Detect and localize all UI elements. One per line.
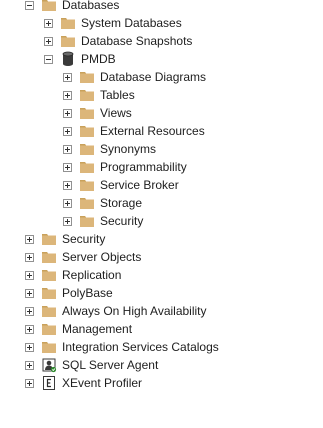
expand-toggle[interactable] — [63, 216, 72, 226]
folder-icon — [41, 0, 57, 13]
expand-toggle[interactable] — [63, 108, 72, 118]
tree-node-replication[interactable]: Replication — [25, 266, 121, 284]
folder-icon — [60, 15, 76, 31]
tree-node-label: Integration Services Catalogs — [62, 340, 219, 354]
tree-node-pmdb-security[interactable]: Security — [63, 212, 143, 230]
expand-toggle[interactable] — [44, 36, 53, 46]
tree-node-synonyms[interactable]: Synonyms — [63, 140, 156, 158]
tree-node-label: Storage — [100, 196, 143, 210]
folder-icon — [79, 159, 95, 175]
folder-icon — [79, 213, 95, 229]
expand-toggle[interactable] — [63, 198, 72, 208]
tree-node-label: Tables — [100, 88, 135, 102]
tree-node-external-resources[interactable]: External Resources — [63, 122, 205, 140]
folder-icon — [79, 123, 95, 139]
tree-node-label: XEvent Profiler — [62, 376, 143, 390]
tree-node-polybase[interactable]: PolyBase — [25, 284, 113, 302]
tree-node-label: PMDB — [81, 52, 116, 66]
expand-toggle[interactable] — [63, 180, 72, 190]
expand-toggle[interactable] — [63, 90, 72, 100]
tree-node-label: Service Broker — [100, 178, 179, 192]
tree-node-database-diagrams[interactable]: Database Diagrams — [63, 68, 206, 86]
tree-node-label: Views — [100, 106, 132, 120]
expand-toggle[interactable] — [25, 378, 34, 388]
tree-node-label: Security — [100, 214, 144, 228]
tree-node-pmdb[interactable]: PMDB — [44, 50, 116, 68]
expand-toggle[interactable] — [25, 252, 34, 262]
tree-node-label: Database Diagrams — [100, 70, 207, 84]
tree-node-sql-server-agent[interactable]: SQL Server Agent — [25, 356, 158, 374]
folder-icon — [41, 339, 57, 355]
expand-toggle[interactable] — [63, 126, 72, 136]
tree-node-label: External Resources — [100, 124, 205, 138]
tree-node-label: PolyBase — [62, 286, 113, 300]
folder-icon — [79, 105, 95, 121]
tree-node-views[interactable]: Views — [63, 104, 132, 122]
folder-icon — [79, 177, 95, 193]
tree-node-system-databases[interactable]: System Databases — [44, 14, 182, 32]
folder-icon — [41, 303, 57, 319]
expand-toggle[interactable] — [25, 234, 34, 244]
tree-node-label: Synonyms — [100, 142, 157, 156]
tree-node-label: Server Objects — [62, 250, 142, 264]
database-icon — [60, 51, 76, 67]
tree-node-xevent-profiler[interactable]: XEvent Profiler — [25, 374, 142, 392]
folder-icon — [79, 87, 95, 103]
folder-icon — [41, 231, 57, 247]
expand-toggle[interactable] — [25, 288, 34, 298]
tree-node-integration-services-catalogs[interactable]: Integration Services Catalogs — [25, 338, 219, 356]
tree-node-security[interactable]: Security — [25, 230, 105, 248]
folder-icon — [79, 69, 95, 85]
tree-node-label: Programmability — [100, 160, 187, 174]
expand-toggle[interactable] — [63, 162, 72, 172]
expand-toggle[interactable] — [25, 360, 34, 370]
tree-node-storage[interactable]: Storage — [63, 194, 142, 212]
expand-toggle[interactable] — [25, 270, 34, 280]
tree-node-tables[interactable]: Tables — [63, 86, 135, 104]
expand-toggle[interactable] — [25, 306, 34, 316]
expand-toggle[interactable] — [63, 72, 72, 82]
tree-node-server-objects[interactable]: Server Objects — [25, 248, 141, 266]
folder-icon — [79, 195, 95, 211]
folder-icon — [41, 249, 57, 265]
tree-node-service-broker[interactable]: Service Broker — [63, 176, 179, 194]
folder-icon — [79, 141, 95, 157]
collapse-toggle[interactable] — [25, 0, 34, 10]
folder-icon — [41, 285, 57, 301]
expand-toggle[interactable] — [25, 324, 34, 334]
object-explorer-tree: Databases System Databases Database Snap… — [0, 0, 323, 428]
tree-node-databases[interactable]: Databases — [25, 0, 119, 14]
expand-toggle[interactable] — [63, 144, 72, 154]
expand-toggle[interactable] — [44, 18, 53, 28]
tree-node-label: Replication — [62, 268, 122, 282]
xevent-profiler-icon — [41, 375, 57, 391]
tree-node-always-on[interactable]: Always On High Availability — [25, 302, 207, 320]
collapse-toggle[interactable] — [44, 54, 53, 64]
tree-node-management[interactable]: Management — [25, 320, 132, 338]
tree-node-programmability[interactable]: Programmability — [63, 158, 187, 176]
tree-node-label: Databases — [62, 0, 120, 12]
tree-node-label: SQL Server Agent — [62, 358, 159, 372]
tree-node-label: System Databases — [81, 16, 182, 30]
tree-node-database-snapshots[interactable]: Database Snapshots — [44, 32, 192, 50]
folder-icon — [41, 267, 57, 283]
folder-icon — [60, 33, 76, 49]
expand-toggle[interactable] — [25, 342, 34, 352]
tree-node-label: Database Snapshots — [81, 34, 193, 48]
folder-icon — [41, 321, 57, 337]
tree-node-label: Always On High Availability — [62, 304, 207, 318]
tree-node-label: Management — [62, 322, 133, 336]
tree-node-label: Security — [62, 232, 106, 246]
sql-agent-icon — [41, 357, 57, 373]
